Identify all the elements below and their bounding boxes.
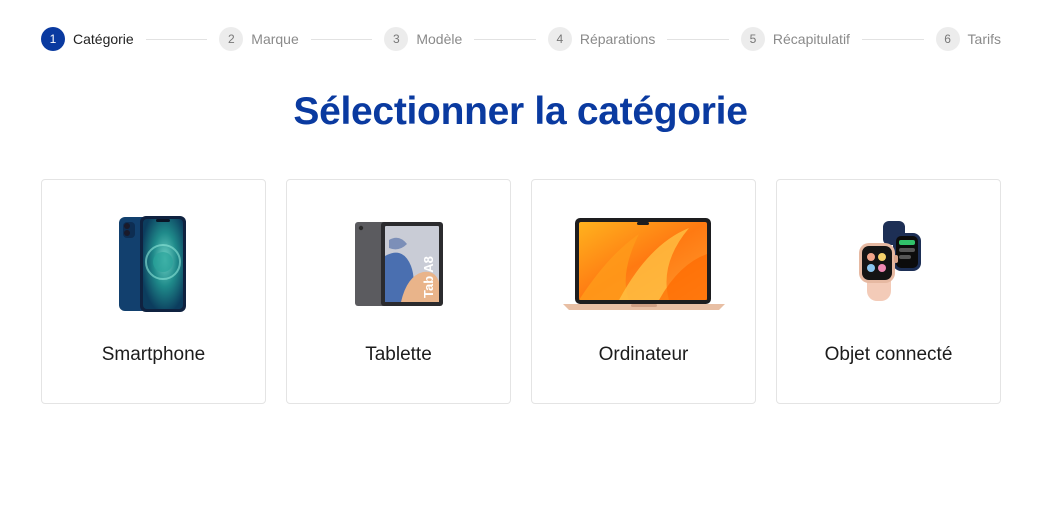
step-label: Marque	[251, 31, 299, 47]
step-number: 6	[935, 27, 960, 51]
step-repairs[interactable]: 4 Réparations	[547, 27, 656, 51]
step-label: Modèle	[416, 31, 463, 47]
category-label: Ordinateur	[598, 344, 689, 365]
category-label: Objet connecté	[824, 344, 953, 365]
laptop-icon	[532, 208, 755, 320]
progress-stepper: 1 Catégorie 2 Marque 3 Modèle 4 Réparati…	[41, 26, 1001, 52]
smartphone-icon	[42, 208, 265, 320]
category-card-smartphone[interactable]: Smartphone	[41, 179, 266, 404]
smartwatch-icon	[777, 208, 1000, 320]
step-category[interactable]: 1 Catégorie	[41, 27, 134, 51]
step-brand[interactable]: 2 Marque	[219, 27, 299, 51]
category-label: Tablette	[365, 344, 432, 365]
category-card-tablet[interactable]: Tab A8 Tablette	[286, 179, 511, 404]
step-summary[interactable]: 5 Récapitulatif	[740, 27, 850, 51]
step-connector	[310, 38, 373, 40]
step-number: 1	[41, 27, 65, 51]
step-pricing[interactable]: 6 Tarifs	[935, 27, 1001, 51]
step-label: Tarifs	[967, 31, 1001, 47]
category-grid: Smartphone Tab A8 Tablette Ordinateur Ob…	[41, 179, 1001, 404]
category-card-connected-object[interactable]: Objet connecté	[776, 179, 1001, 404]
step-connector	[861, 38, 924, 40]
step-number: 5	[740, 27, 765, 51]
step-model[interactable]: 3 Modèle	[384, 27, 462, 51]
step-connector	[474, 38, 536, 40]
category-label: Smartphone	[101, 344, 206, 365]
tablet-brand-text: Tab A8	[421, 256, 436, 298]
step-number: 4	[547, 27, 572, 51]
step-number: 3	[384, 27, 409, 51]
step-label: Récapitulatif	[772, 31, 850, 47]
step-label: Réparations	[579, 31, 656, 47]
page-title: Sélectionner la catégorie	[293, 90, 748, 133]
category-card-computer[interactable]: Ordinateur	[531, 179, 756, 404]
step-label: Catégorie	[73, 31, 134, 47]
tablet-icon: Tab A8	[287, 208, 510, 320]
step-connector	[667, 38, 729, 40]
step-connector	[145, 38, 208, 40]
step-number: 2	[219, 27, 244, 51]
